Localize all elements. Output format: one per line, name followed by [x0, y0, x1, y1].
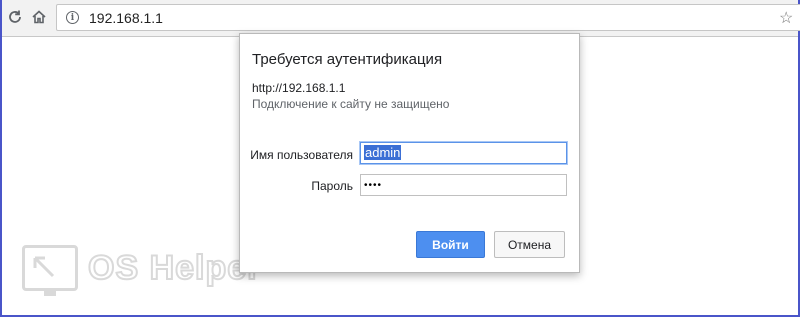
info-icon[interactable]: i [66, 11, 79, 24]
star-icon[interactable]: ☆ [779, 8, 793, 28]
username-field[interactable]: admin [360, 142, 567, 164]
address-bar[interactable]: i 192.168.1.1 ☆ [56, 4, 800, 31]
insecure-warning: Подключение к сайту не защищено [252, 97, 450, 111]
username-value: admin [364, 145, 402, 160]
password-label: Пароль [311, 179, 353, 193]
dialog-origin: http://192.168.1.1 [252, 81, 346, 95]
monitor-icon [22, 245, 78, 291]
url-text[interactable]: 192.168.1.1 [89, 10, 163, 26]
cancel-button[interactable]: Отмена [494, 231, 565, 258]
password-mask: •••• [364, 180, 383, 191]
reload-icon[interactable] [4, 6, 26, 28]
auth-dialog: Требуется аутентификация http://192.168.… [239, 33, 580, 273]
browser-toolbar: i 192.168.1.1 ☆ [2, 0, 800, 37]
password-field[interactable]: •••• [360, 174, 567, 196]
login-button[interactable]: Войти [416, 231, 485, 258]
monitor-stand [44, 290, 56, 296]
home-icon[interactable] [28, 6, 50, 28]
watermark-text: OS Helper [87, 248, 262, 288]
dialog-title: Требуется аутентификация [252, 51, 443, 68]
username-label: Имя пользователя [250, 148, 353, 162]
